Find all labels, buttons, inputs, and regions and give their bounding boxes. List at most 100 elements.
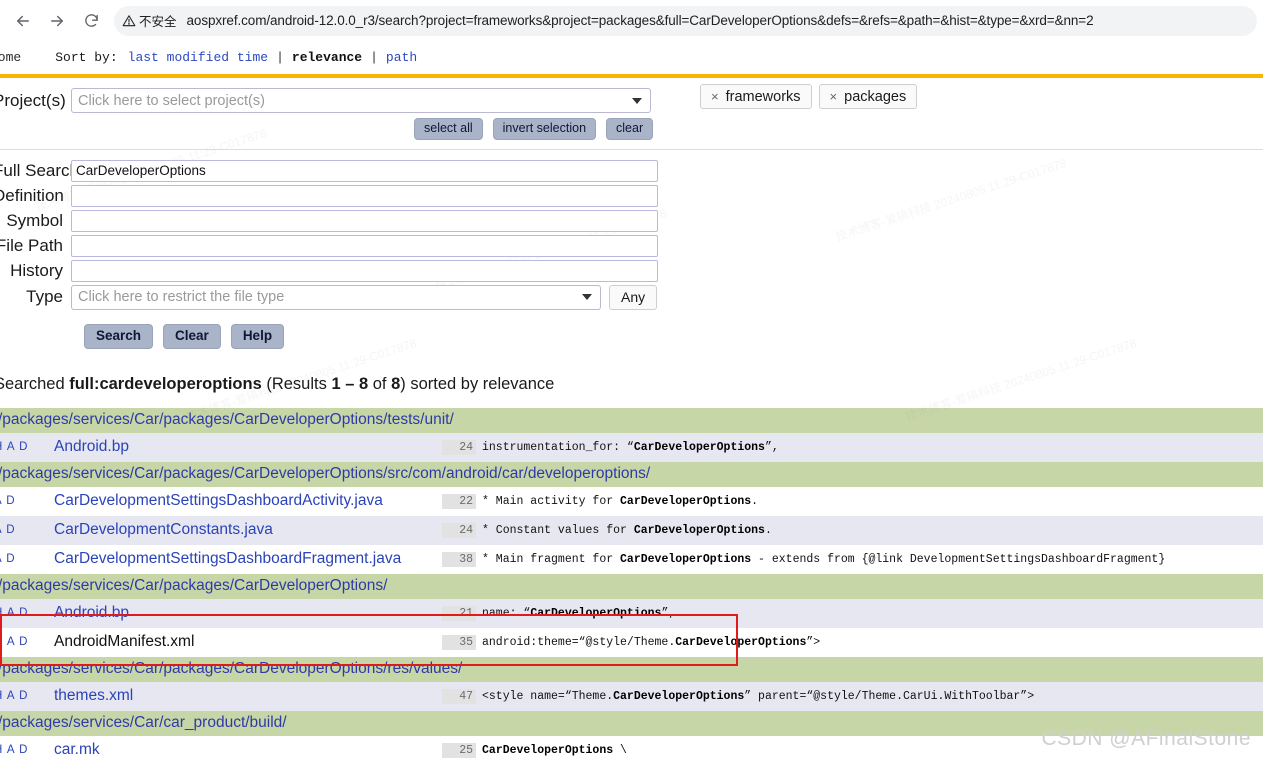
x-icon[interactable]: × — [830, 89, 838, 104]
results-summary: Searched full:cardeveloperoptions (Resul… — [0, 375, 1263, 394]
security-status-label: 不安全 — [139, 15, 177, 29]
clear-selection-button[interactable]: clear — [606, 118, 654, 140]
project-chip-label: packages — [844, 88, 907, 105]
directory-path[interactable]: /packages/services/Car/packages/CarDevel… — [0, 660, 462, 678]
full-search-row: Full Search — [0, 159, 1263, 182]
directory-path[interactable]: /packages/services/Car/car_product/build… — [0, 714, 287, 732]
snippet-match: CarDeveloperOptions — [530, 606, 662, 620]
directory-path[interactable]: /packages/services/Car/packages/CarDevel… — [0, 577, 387, 595]
snippet-cell: 47 <style name=“Theme.CarDeveloperOptions… — [442, 688, 1034, 704]
project-selection-buttons: select all invert selection clear — [0, 118, 1263, 140]
file-name-link[interactable]: car.mk — [54, 741, 100, 759]
row-action-links[interactable]: A D — [0, 524, 54, 536]
line-number-badge[interactable]: 21 — [442, 605, 476, 621]
directory-header-row[interactable]: /packages/services/Car/packages/CarDevel… — [0, 573, 1263, 599]
snippet-match: CarDeveloperOptions — [633, 440, 765, 454]
x-icon[interactable]: × — [711, 89, 719, 104]
sort-option-last-modified-time[interactable]: last modified time — [128, 50, 268, 65]
reload-button[interactable] — [74, 4, 108, 38]
line-number-badge[interactable]: 47 — [442, 688, 476, 704]
file-path-row: File Path — [0, 234, 1263, 257]
results-summary-range: 1 – 8 — [331, 374, 369, 393]
form-action-buttons: Search Clear Help — [0, 323, 1263, 349]
file-name-link[interactable]: themes.xml — [54, 687, 133, 705]
sort-option-relevance[interactable]: relevance — [292, 50, 362, 65]
table-row: H A DAndroid.bp 21 name: “CarDeveloperOpti… — [0, 598, 1263, 628]
project-select[interactable]: Click here to select project(s) — [71, 88, 651, 113]
snippet-cell: 35 android:theme=“@style/Theme.CarDevelop… — [442, 634, 820, 650]
sort-separator: | — [370, 50, 378, 65]
line-number-badge[interactable]: 35 — [442, 634, 476, 650]
browser-toolbar: 不安全 aospxref.com/android-12.0.0_r3/searc… — [0, 0, 1263, 41]
help-button[interactable]: Help — [230, 323, 285, 349]
symbol-row: Symbol — [0, 209, 1263, 232]
invert-selection-button[interactable]: invert selection — [492, 118, 597, 140]
directory-header-row[interactable]: /packages/services/Car/packages/CarDevel… — [0, 461, 1263, 487]
project-chip-packages[interactable]: × packages — [818, 84, 918, 109]
security-status-chip[interactable]: 不安全 — [122, 11, 177, 30]
snippet-match: CarDeveloperOptions — [620, 552, 752, 566]
line-number-badge[interactable]: 38 — [442, 551, 476, 567]
search-button[interactable]: Search — [84, 323, 154, 349]
snippet-match: CarDeveloperOptions — [633, 523, 765, 537]
type-row: Type Click here to restrict the file typ… — [0, 284, 1263, 310]
file-name-link: AndroidManifest.xml — [54, 633, 195, 651]
file-name-link[interactable]: Android.bp — [54, 438, 129, 456]
history-input[interactable] — [71, 259, 658, 282]
search-results-list: /packages/services/Car/packages/CarDevel… — [0, 407, 1263, 760]
row-action-links[interactable]: H A D — [0, 441, 54, 453]
results-summary-open: (Results — [261, 374, 332, 393]
directory-header-row[interactable]: /packages/services/Car/car_product/build… — [0, 710, 1263, 736]
type-any-button[interactable]: Any — [609, 284, 658, 310]
directory-header-row[interactable]: /packages/services/Car/packages/CarDevel… — [0, 656, 1263, 682]
file-type-placeholder: Click here to restrict the file type — [78, 289, 285, 306]
snippet-match: CarDeveloperOptions — [482, 743, 614, 757]
row-action-links[interactable]: H A D — [0, 636, 54, 648]
table-row: A DCarDevelopmentConstants.java 24 * Const… — [0, 515, 1263, 545]
forward-button[interactable] — [40, 4, 74, 38]
clear-button[interactable]: Clear — [163, 323, 221, 349]
directory-path[interactable]: /packages/services/Car/packages/CarDevel… — [0, 411, 454, 429]
results-summary-total: 8 — [391, 374, 401, 393]
file-name-link[interactable]: CarDevelopmentSettingsDashboardActivity.… — [54, 492, 383, 510]
snippet-match: CarDeveloperOptions — [620, 494, 752, 508]
arrow-right-icon — [48, 12, 66, 30]
address-bar-url[interactable]: aospxref.com/android-12.0.0_r3/search?pr… — [187, 13, 1094, 28]
directory-path[interactable]: /packages/services/Car/packages/CarDevel… — [0, 465, 650, 483]
row-action-links[interactable]: A D — [0, 495, 54, 507]
line-number-badge[interactable]: 24 — [442, 522, 476, 538]
sort-option-path[interactable]: path — [386, 50, 417, 65]
snippet-match: CarDeveloperOptions — [613, 689, 745, 703]
select-all-button[interactable]: select all — [414, 118, 483, 140]
file-name-link[interactable]: Android.bp — [54, 604, 129, 622]
address-bar[interactable]: 不安全 aospxref.com/android-12.0.0_r3/searc… — [114, 5, 1257, 36]
file-type-select[interactable]: Click here to restrict the file type — [71, 284, 601, 310]
file-path-input[interactable] — [71, 234, 658, 257]
project-chip-label: frameworks — [725, 88, 801, 105]
full-search-label: Full Search — [0, 160, 79, 180]
row-action-links[interactable]: H A D — [0, 744, 54, 756]
code-snippet: CarDeveloperOptions \ — [482, 743, 627, 757]
warning-triangle-icon — [122, 14, 136, 28]
definition-input[interactable] — [71, 184, 658, 207]
row-action-links[interactable]: H A D — [0, 690, 54, 702]
snippet-match: CarDeveloperOptions — [675, 635, 807, 649]
line-number-badge[interactable]: 24 — [442, 439, 476, 455]
directory-header-row[interactable]: /packages/services/Car/packages/CarDevel… — [0, 407, 1263, 433]
full-search-input[interactable] — [71, 159, 658, 182]
definition-label: Definition — [0, 185, 64, 205]
snippet-cell: 25 CarDeveloperOptions \ — [442, 742, 627, 758]
symbol-label: Symbol — [6, 210, 63, 230]
code-snippet: * Constant values for CarDeveloperOption… — [482, 523, 772, 537]
home-link[interactable]: Home — [0, 50, 55, 65]
sort-by-label: Sort by: — [55, 50, 118, 65]
project-chip-frameworks[interactable]: × frameworks — [700, 84, 812, 109]
row-action-links[interactable]: H A D — [0, 607, 54, 619]
file-name-link[interactable]: CarDevelopmentSettingsDashboardFragment.… — [54, 550, 401, 568]
symbol-input[interactable] — [71, 209, 658, 232]
line-number-badge[interactable]: 22 — [442, 493, 476, 509]
back-button[interactable] — [6, 4, 40, 38]
line-number-badge[interactable]: 25 — [442, 742, 476, 758]
row-action-links[interactable]: A D — [0, 553, 54, 565]
file-name-link[interactable]: CarDevelopmentConstants.java — [54, 521, 273, 539]
